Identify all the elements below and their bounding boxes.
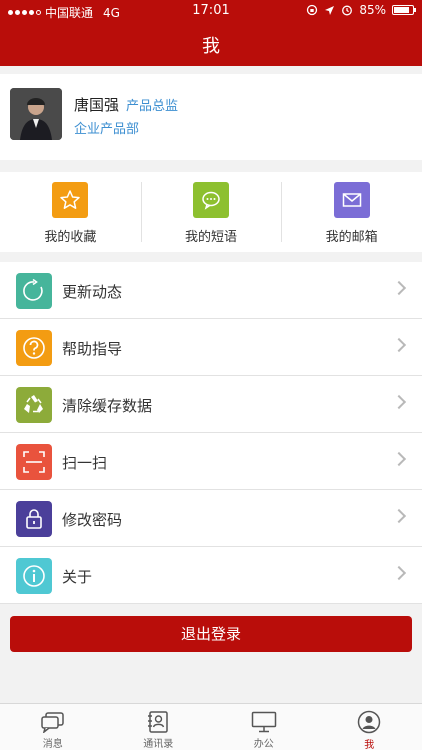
page-title: 我 — [202, 36, 220, 57]
menu-item-clear-cache[interactable]: 清除缓存数据 — [0, 376, 422, 433]
scan-icon — [16, 444, 52, 480]
chevron-right-icon — [391, 280, 407, 296]
monitor-icon — [251, 710, 277, 733]
message-icon — [40, 710, 66, 733]
shortcut-label: 我的收藏 — [44, 230, 97, 245]
tab-label: 办公 — [253, 739, 274, 750]
menu-item-updates[interactable]: 更新动态 — [0, 262, 422, 319]
help-icon — [16, 330, 52, 366]
menu-item-label: 修改密码 — [62, 511, 123, 529]
shortcut-favorites[interactable]: 我的收藏 — [0, 172, 141, 252]
info-icon — [16, 558, 52, 594]
tab-bar: 消息 通讯录 办公 我 — [0, 703, 422, 750]
menu-item-label: 扫一扫 — [62, 454, 108, 472]
shortcut-mailbox[interactable]: 我的邮箱 — [281, 172, 422, 252]
alarm-icon — [342, 5, 353, 16]
rotation-lock-icon — [307, 4, 318, 16]
profile-card[interactable]: 唐国强 产品总监 企业产品部 — [0, 74, 422, 160]
profile-department: 企业产品部 — [74, 122, 140, 137]
battery-icon — [392, 5, 416, 15]
chevron-right-icon — [391, 508, 407, 524]
menu-item-scan[interactable]: 扫一扫 — [0, 433, 422, 490]
settings-list: 更新动态 帮助指导 清除缓存数据 扫一扫 修改密码 关于 — [0, 262, 422, 604]
profile-job-title: 产品总监 — [126, 99, 179, 114]
profile-icon — [356, 710, 382, 734]
menu-item-help[interactable]: 帮助指导 — [0, 319, 422, 376]
contacts-icon — [145, 710, 171, 733]
menu-item-label: 更新动态 — [62, 283, 123, 301]
refresh-icon — [16, 273, 52, 309]
profile-name: 唐国强 — [74, 96, 120, 114]
chevron-right-icon — [391, 394, 407, 410]
tab-messages[interactable]: 消息 — [0, 704, 106, 750]
chat-bubble-icon — [193, 182, 229, 218]
shortcut-bar: 我的收藏 我的短语 我的邮箱 — [0, 172, 422, 252]
menu-item-about[interactable]: 关于 — [0, 547, 422, 604]
tab-label: 通讯录 — [143, 739, 174, 750]
tab-label: 我 — [364, 740, 375, 750]
chevron-right-icon — [391, 565, 407, 581]
status-bar: 中国联通 4G 17:01 85% — [0, 0, 422, 22]
mail-icon — [333, 182, 370, 218]
star-icon — [52, 182, 89, 218]
menu-item-label: 关于 — [62, 568, 93, 586]
tab-office[interactable]: 办公 — [211, 704, 317, 750]
chevron-right-icon — [391, 337, 407, 353]
shortcut-label: 我的邮箱 — [325, 230, 378, 245]
tab-me[interactable]: 我 — [317, 704, 422, 750]
status-right: 85% — [306, 3, 416, 17]
chevron-right-icon — [391, 451, 407, 467]
shortcut-phrases[interactable]: 我的短语 — [140, 172, 282, 252]
avatar[interactable] — [10, 88, 62, 140]
lock-icon — [16, 501, 52, 537]
recycle-icon — [16, 387, 52, 423]
menu-item-label: 清除缓存数据 — [62, 397, 153, 415]
menu-item-change-password[interactable]: 修改密码 — [0, 490, 422, 547]
location-icon — [325, 5, 335, 15]
tab-label: 消息 — [42, 739, 63, 750]
top-bar: 中国联通 4G 17:01 85% 我 — [0, 0, 422, 66]
logout-button[interactable]: 退出登录 — [10, 616, 412, 652]
battery-percent: 85% — [359, 3, 386, 17]
tab-contacts[interactable]: 通讯录 — [106, 704, 212, 750]
menu-item-label: 帮助指导 — [62, 340, 123, 358]
shortcut-label: 我的短语 — [185, 230, 238, 245]
